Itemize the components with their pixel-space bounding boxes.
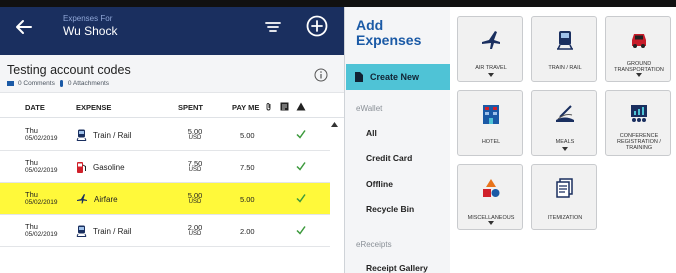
top-bar: Expenses For Wu Shock <box>0 0 344 55</box>
row-pay-me: 2.00 <box>240 227 255 236</box>
tile-ground-transportation[interactable]: GROUND TRANSPORTATION <box>605 16 671 82</box>
tile-itemization[interactable]: ITEMIZATION <box>531 164 597 230</box>
chevron-down-icon <box>562 147 568 151</box>
chevron-down-icon <box>636 73 642 77</box>
table-row[interactable]: Thu 05/02/2019 Train / Rail 2.00 USD 2.00 <box>0 215 330 247</box>
row-expense: Gasoline <box>76 161 125 174</box>
check-icon <box>296 226 306 235</box>
row-spent: 2.00 USD <box>187 223 203 237</box>
tile-miscellaneous[interactable]: MISCELLANEOUS <box>457 164 523 230</box>
paperclip-icon <box>59 80 63 87</box>
car-icon <box>632 34 646 48</box>
comments-count[interactable]: 0 Comments <box>18 80 55 87</box>
check-icon <box>296 162 306 171</box>
scroll-up-arrow-icon[interactable] <box>331 122 338 127</box>
row-spent: 7.50 USD <box>187 159 203 173</box>
gas-pump-icon <box>77 162 86 173</box>
row-date: Thu 05/02/2019 <box>25 190 58 207</box>
nav-item-credit-card[interactable]: Credit Card <box>366 153 412 163</box>
add-expenses-nav: Add Expenses Create New eWallet All Cred… <box>345 0 450 273</box>
meals-icon <box>556 105 574 122</box>
alert-column-icon[interactable] <box>296 102 306 111</box>
expense-type-grid: AIR TRAVEL TRAIN / RAIL GROUND TRANSPORT… <box>451 0 676 273</box>
row-pay-me: 7.50 <box>240 163 255 172</box>
tile-conference-registration[interactable]: CONFERENCE REGISTRATION / TRAINING <box>605 90 671 156</box>
row-expense: Train / Rail <box>76 129 131 141</box>
row-expense: Airfare <box>76 193 118 205</box>
itemization-icon <box>556 178 573 198</box>
report-meta: 0 Comments 0 Attachments <box>7 80 109 87</box>
shapes-icon <box>483 179 500 197</box>
train-icon <box>557 31 573 50</box>
row-date: Thu 05/02/2019 <box>25 158 58 175</box>
row-pay-me: 5.00 <box>240 131 255 140</box>
column-date[interactable]: DATE <box>25 103 45 112</box>
ewallet-section-label: eWallet <box>356 104 383 113</box>
train-icon <box>76 225 87 237</box>
info-icon[interactable] <box>314 68 328 82</box>
table-row[interactable]: Thu 05/02/2019 Gasoline 7.50 USD 7.50 <box>0 151 330 183</box>
hotel-icon <box>483 105 499 124</box>
chevron-down-icon <box>488 221 494 225</box>
tile-meals[interactable]: MEALS <box>531 90 597 156</box>
document-icon <box>355 72 363 82</box>
nav-heading: Add Expenses <box>356 17 422 48</box>
row-date: Thu 05/02/2019 <box>25 222 58 239</box>
train-icon <box>76 129 87 141</box>
create-new-button[interactable]: Create New <box>346 64 450 90</box>
attachment-column-icon[interactable] <box>265 102 272 111</box>
row-spent: 5.00 USD <box>187 191 203 205</box>
airplane-icon <box>482 31 500 49</box>
sort-icon[interactable] <box>263 17 283 37</box>
table-header: DATE EXPENSE SPENT PAY ME <box>0 96 344 118</box>
note-column-icon[interactable] <box>280 102 289 111</box>
table-row[interactable]: Thu 05/02/2019 Train / Rail 5.00 USD 5.00 <box>0 119 330 151</box>
column-pay-me[interactable]: PAY ME <box>232 103 259 112</box>
nav-item-receipt-gallery[interactable]: Receipt Gallery <box>366 263 428 273</box>
tile-hotel[interactable]: HOTEL <box>457 90 523 156</box>
row-pay-me: 5.00 <box>240 195 255 204</box>
table-row[interactable]: Thu 05/02/2019 Airfare 5.00 USD 5.00 <box>0 183 330 215</box>
window-bezel-top <box>0 0 676 7</box>
comment-icon <box>7 80 14 86</box>
report-summary: Testing account codes 0 Comments 0 Attac… <box>0 55 344 93</box>
column-expense[interactable]: EXPENSE <box>76 103 111 112</box>
check-icon <box>296 130 306 139</box>
tile-train-rail[interactable]: TRAIN / RAIL <box>531 16 597 82</box>
column-spent[interactable]: SPENT <box>178 103 203 112</box>
header-user-name: Wu Shock <box>63 24 118 38</box>
row-date: Thu 05/02/2019 <box>25 126 58 143</box>
expense-list-pane: Expenses For Wu Shock Testing account co… <box>0 0 345 273</box>
back-arrow-icon[interactable] <box>13 16 35 38</box>
row-expense: Train / Rail <box>76 225 131 237</box>
check-icon <box>296 194 306 203</box>
nav-item-offline[interactable]: Offline <box>366 179 393 189</box>
attachments-count[interactable]: 0 Attachments <box>68 80 109 87</box>
airplane-icon <box>77 194 87 204</box>
report-title: Testing account codes <box>7 63 131 77</box>
nav-item-recycle-bin[interactable]: Recycle Bin <box>366 204 414 214</box>
tile-air-travel[interactable]: AIR TRAVEL <box>457 16 523 82</box>
nav-item-all[interactable]: All <box>366 128 377 138</box>
add-circle-icon[interactable] <box>305 14 329 38</box>
conference-icon <box>631 105 647 122</box>
ereceipts-section-label: eReceipts <box>356 240 392 249</box>
chevron-down-icon <box>488 73 494 77</box>
header-subtitle: Expenses For <box>63 14 113 23</box>
row-spent: 5.00 USD <box>187 127 203 141</box>
